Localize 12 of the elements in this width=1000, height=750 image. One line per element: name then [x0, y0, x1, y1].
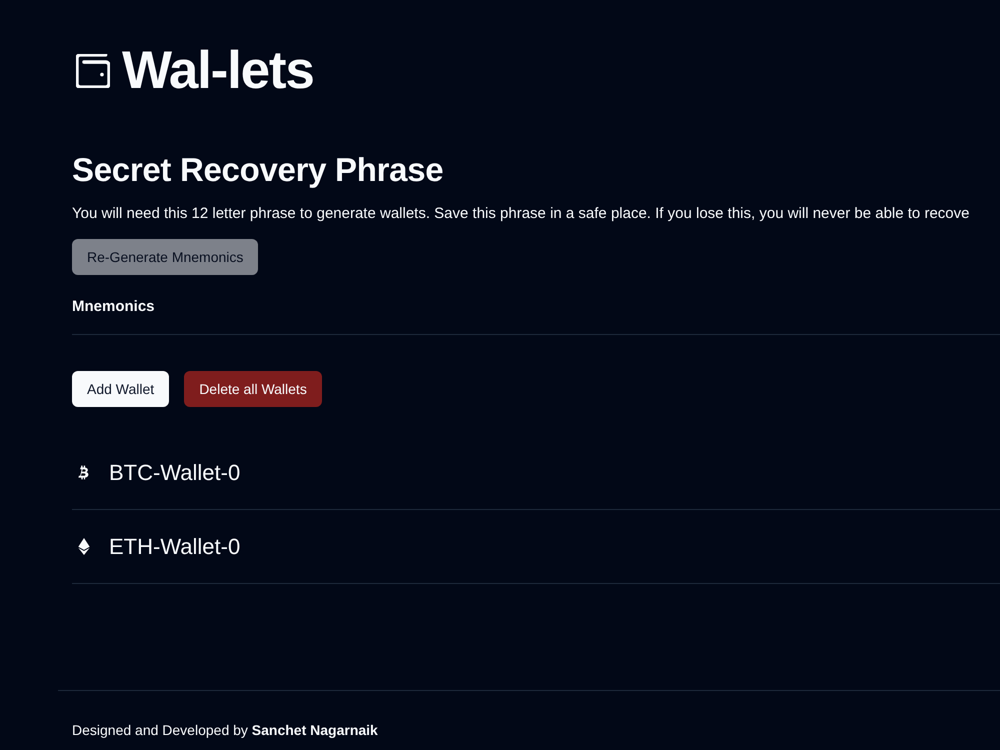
section-heading: Secret Recovery Phrase: [72, 150, 444, 190]
add-wallet-button[interactable]: Add Wallet: [72, 371, 170, 407]
wallet-icon: [76, 54, 110, 88]
bitcoin-icon: [78, 464, 90, 481]
app-title: Wal-lets: [122, 44, 314, 98]
ethereum-icon: [78, 538, 90, 555]
footer-credit: Designed and Developed by Sanchet Nagarnaik: [72, 721, 378, 739]
description-text: You will need this 12 letter phrase to generate wallets. Save this phrase in a safe place. If you lose this, you will never be able to recove: [72, 204, 970, 224]
delete-wallets-button[interactable]: Delete all Wallets: [184, 371, 322, 407]
mnemonics-header[interactable]: Mnemonics: [72, 297, 155, 317]
wallet-item[interactable]: ETH-Wallet-0: [72, 534, 240, 560]
wallet-item[interactable]: BTC-Wallet-0: [72, 460, 240, 486]
